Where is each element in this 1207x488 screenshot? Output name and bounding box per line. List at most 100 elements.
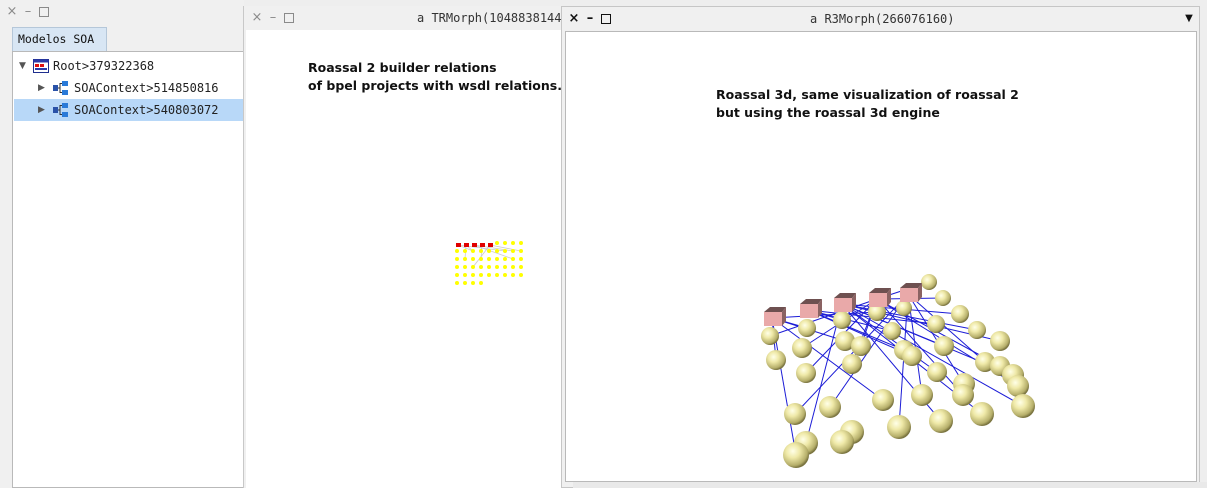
r3morph-titlebar[interactable]: × – a R3Morph(266076160) ▼ <box>562 7 1199 31</box>
minimize-icon[interactable]: – <box>583 7 597 31</box>
sphere-node[interactable] <box>951 305 969 323</box>
sphere-node[interactable] <box>872 389 894 411</box>
close-icon[interactable]: × <box>567 7 581 31</box>
graph-node[interactable] <box>495 249 499 253</box>
sphere-node[interactable] <box>819 396 841 418</box>
sphere-node[interactable] <box>1011 394 1035 418</box>
maximize-icon[interactable] <box>601 14 611 24</box>
collapsed-arrow-icon[interactable]: ▶ <box>38 99 45 121</box>
graph-node[interactable] <box>471 281 475 285</box>
sphere-node[interactable] <box>766 350 786 370</box>
sphere-node[interactable] <box>842 354 862 374</box>
sphere-node[interactable] <box>830 430 854 454</box>
minimize-icon[interactable]: – <box>266 6 280 30</box>
graph-node[interactable] <box>511 241 515 245</box>
minimize-icon[interactable]: – <box>21 0 35 24</box>
graph-node[interactable] <box>463 265 467 269</box>
graph-node[interactable] <box>511 265 515 269</box>
graph-node[interactable] <box>495 265 499 269</box>
graph-node[interactable] <box>471 265 475 269</box>
graph-node-root[interactable] <box>480 243 485 247</box>
sphere-node[interactable] <box>883 322 901 340</box>
sphere-node[interactable] <box>968 321 986 339</box>
trmorph-titlebar[interactable]: × – a TRMorph(1048838144 <box>244 6 573 30</box>
graph-node[interactable] <box>503 257 507 261</box>
sphere-node[interactable] <box>784 403 806 425</box>
tree-browser-titlebar[interactable]: × – <box>0 0 244 24</box>
roassal2-canvas[interactable]: Roassal 2 builder relations of bpel proj… <box>246 30 572 488</box>
maximize-icon[interactable] <box>39 7 49 17</box>
graph-node[interactable] <box>511 257 515 261</box>
sphere-node[interactable] <box>935 290 951 306</box>
sphere-node[interactable] <box>929 409 953 433</box>
sphere-node[interactable] <box>783 442 809 468</box>
collapsed-arrow-icon[interactable]: ▶ <box>38 77 45 99</box>
graph-node-root[interactable] <box>488 243 493 247</box>
graph-node[interactable] <box>495 257 499 261</box>
sphere-node[interactable] <box>990 331 1010 351</box>
graph-node[interactable] <box>511 249 515 253</box>
close-icon[interactable]: × <box>5 0 19 24</box>
graph-node[interactable] <box>471 273 475 277</box>
graph-node[interactable] <box>479 281 483 285</box>
tab-modelos-soa[interactable]: Modelos SOA <box>12 27 107 51</box>
sphere-node[interactable] <box>796 363 816 383</box>
graph-node[interactable] <box>487 249 491 253</box>
roassal3d-canvas[interactable]: Roassal 3d, same visualization of roassa… <box>565 31 1197 482</box>
sphere-node[interactable] <box>896 300 912 316</box>
graph-node[interactable] <box>487 257 491 261</box>
graph-node[interactable] <box>463 257 467 261</box>
tree-item-soacontext-selected[interactable]: ▶ SOAContext>540803072 <box>14 99 244 121</box>
graph-node[interactable] <box>519 273 523 277</box>
graph-node[interactable] <box>487 265 491 269</box>
sphere-node[interactable] <box>833 311 851 329</box>
graph-node-root[interactable] <box>464 243 469 247</box>
close-icon[interactable]: × <box>250 6 264 30</box>
graph-node[interactable] <box>455 273 459 277</box>
graph-node[interactable] <box>455 249 459 253</box>
sphere-node[interactable] <box>927 362 947 382</box>
cube-node[interactable] <box>800 299 822 318</box>
sphere-node[interactable] <box>911 384 933 406</box>
roassal2-graph[interactable] <box>454 241 534 291</box>
cube-node[interactable] <box>869 288 891 307</box>
roassal3d-graph[interactable] <box>566 32 1197 482</box>
graph-node[interactable] <box>479 257 483 261</box>
graph-node[interactable] <box>495 273 499 277</box>
sphere-node[interactable] <box>970 402 994 426</box>
graph-node[interactable] <box>479 265 483 269</box>
graph-node[interactable] <box>503 241 507 245</box>
sphere-node[interactable] <box>952 384 974 406</box>
graph-node[interactable] <box>455 265 459 269</box>
graph-node[interactable] <box>511 273 515 277</box>
sphere-node[interactable] <box>902 346 922 366</box>
sphere-node[interactable] <box>1007 375 1029 397</box>
graph-node[interactable] <box>503 265 507 269</box>
sphere-node[interactable] <box>927 315 945 333</box>
graph-node[interactable] <box>487 273 491 277</box>
graph-node[interactable] <box>479 273 483 277</box>
graph-node[interactable] <box>471 249 475 253</box>
sphere-node[interactable] <box>798 319 816 337</box>
tree-item-soacontext[interactable]: ▶ SOAContext>514850816 <box>14 77 244 99</box>
triangle-down-icon[interactable]: ▼ <box>1182 7 1196 31</box>
graph-node[interactable] <box>519 249 523 253</box>
graph-node[interactable] <box>503 273 507 277</box>
graph-node[interactable] <box>471 257 475 261</box>
graph-node[interactable] <box>519 265 523 269</box>
graph-node[interactable] <box>519 241 523 245</box>
sphere-node[interactable] <box>761 327 779 345</box>
sphere-node[interactable] <box>887 415 911 439</box>
graph-node-root[interactable] <box>472 243 477 247</box>
graph-node-root[interactable] <box>456 243 461 247</box>
graph-node[interactable] <box>463 249 467 253</box>
cube-node[interactable] <box>834 293 856 312</box>
graph-node[interactable] <box>463 281 467 285</box>
tree-item-root[interactable]: ▼ Root>379322368 <box>14 55 244 77</box>
sphere-node[interactable] <box>851 336 871 356</box>
cube-node[interactable] <box>900 283 922 302</box>
sphere-node[interactable] <box>792 338 812 358</box>
graph-node[interactable] <box>495 241 499 245</box>
sphere-node[interactable] <box>921 274 937 290</box>
graph-node[interactable] <box>503 249 507 253</box>
